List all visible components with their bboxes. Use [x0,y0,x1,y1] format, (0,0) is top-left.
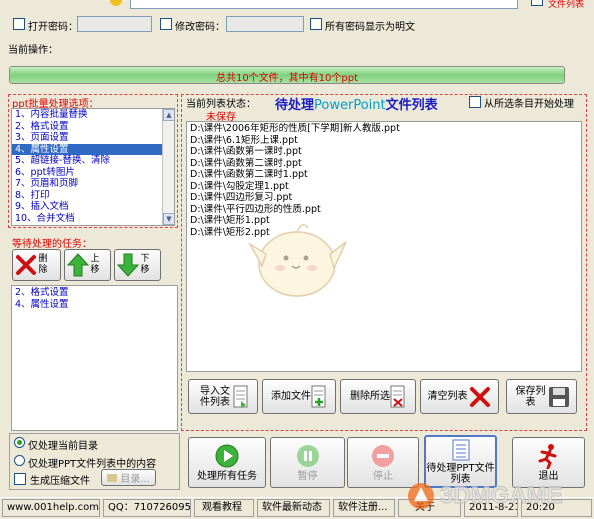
file-list-item[interactable]: D:\课件\函数第二课时.ppt [187,158,581,170]
modify-password-field[interactable] [226,16,304,32]
scroll-down-icon[interactable]: ▼ [163,213,174,225]
pending-task-item[interactable]: 2、格式设置 [12,287,177,299]
radio-list-content[interactable] [14,455,25,466]
option-item[interactable]: 9、插入文档 [12,201,162,213]
play-icon [215,444,239,467]
delete-file-icon [390,385,405,407]
pause-button[interactable]: 暂停 [270,437,345,488]
status-qq: QQ：710726095 [103,499,191,517]
pause-icon [296,444,319,467]
radio-current-dir[interactable] [14,437,25,448]
directory-button[interactable]: 目录... [101,469,156,486]
file-list-item[interactable]: D:\课件\四边形复习.ppt [187,192,581,204]
open-password-checkbox[interactable] [13,18,25,30]
green-up-arrow-icon [67,253,89,277]
corner-checkbox[interactable] [531,0,543,6]
process-all-button[interactable]: 处理所有任务 [188,437,266,488]
pending-task-item[interactable]: 4、属性设置 [12,299,177,311]
option-item[interactable]: 4、属性设置 [12,143,162,155]
option-item[interactable]: 8、打印 [12,190,162,202]
add-file-icon [311,385,326,407]
scroll-up-icon[interactable]: ▲ [163,109,174,121]
add-file-button[interactable]: 添加文件 [262,379,336,414]
stop-icon [372,444,394,467]
corner-label: 文件列表 [548,0,585,10]
file-list-item[interactable]: D:\课件\2006年矩形的性质[下学期]新人教版.ppt [187,123,581,135]
option-item[interactable]: 10、合并文档 [12,213,162,225]
pending-listbox[interactable]: 2、格式设置 4、属性设置 [11,285,178,431]
progress-bar: 总共10个文件，其中有10个ppt [9,66,565,84]
option-item[interactable]: 3、页面设置 [12,132,162,144]
move-up-button[interactable]: 上移 [64,249,111,281]
compress-checkbox[interactable] [14,473,26,485]
import-list-button[interactable]: 导入文件列表 [188,379,258,414]
pending-title: 等待处理的任务： [12,239,92,250]
list-document-icon [452,439,469,460]
open-password-label: 打开密码： [28,22,78,33]
modify-password-checkbox[interactable] [160,18,172,30]
open-password-field[interactable] [77,16,152,32]
status-tutorial[interactable]: 观看教程 [194,499,254,517]
red-x-icon [469,386,490,407]
top-left-icon [110,0,122,6]
show-plaintext-label: 所有密码显示为明文 [325,22,415,33]
options-scrollbar[interactable]: ▲ ▼ [162,109,174,225]
floppy-disk-icon [548,386,569,407]
import-icon [233,385,248,408]
top-text-field[interactable] [130,0,518,9]
option-item[interactable]: 5、超链接-替换、清除 [12,155,162,167]
green-down-arrow-icon [117,253,139,277]
radio-current-dir-label: 仅处理当前目录 [28,441,98,452]
file-list-item[interactable]: D:\课件\函数第二课时1.ppt [187,169,581,181]
file-panel-title: 待处理PowerPoint文件列表 [275,98,438,113]
file-list-item[interactable]: D:\课件\6.1矩形上课.ppt [187,135,581,147]
show-plaintext-checkbox[interactable] [310,18,322,30]
delete-selected-button[interactable]: 删除所选 [340,379,416,414]
file-listbox[interactable]: D:\课件\2006年矩形的性质[下学期]新人教版.ppt D:\课件\6.1矩形… [186,121,582,372]
delete-task-button[interactable]: 删除 [12,249,61,281]
option-item[interactable]: 2、格式设置 [12,121,162,133]
current-operation-label: 当前操作： [8,45,58,56]
progress-text: 总共10个文件，其中有10个ppt [215,73,359,84]
option-item[interactable]: 1、内容批量替换 [12,109,162,121]
status-register[interactable]: 软件注册... [333,499,395,517]
radio-list-content-label: 仅处理PPT文件列表中的内容 [28,459,157,470]
exit-runner-icon [538,444,556,469]
red-x-icon [16,255,36,275]
mascot-watermark [247,224,347,297]
file-list-item[interactable]: D:\课件\勾股定理1.ppt [187,181,581,193]
file-list-item[interactable]: D:\课件\函数第一课时.ppt [187,146,581,158]
app-window: 文件列表 打开密码： 修改密码： 所有密码显示为明文 当前操作： 总共10个文件… [0,0,594,519]
compress-label: 生成压缩文件 [30,476,90,487]
folder-icon [107,473,118,482]
options-listbox[interactable]: 1、内容批量替换 2、格式设置 3、页面设置 4、属性设置 5、超链接-替换、清除 6、p… [11,108,175,226]
watermark: 3DMGAME [406,478,592,514]
clear-list-button[interactable]: 清空列表 [420,379,499,414]
start-from-selected-label: 从所选条目开始处理 [484,99,574,110]
option-item[interactable]: 6、ppt转图片 [12,167,162,179]
save-list-button[interactable]: 保存列表 [506,379,577,414]
status-news[interactable]: 软件最新动态 [257,499,330,517]
watermark-logo-icon [408,483,434,509]
status-website[interactable]: www.001help.com [2,499,100,517]
modify-password-label: 修改密码： [175,22,225,33]
option-item[interactable]: 7、页眉和页脚 [12,178,162,190]
start-from-selected-checkbox[interactable] [469,96,481,108]
move-down-button[interactable]: 下移 [114,249,161,281]
